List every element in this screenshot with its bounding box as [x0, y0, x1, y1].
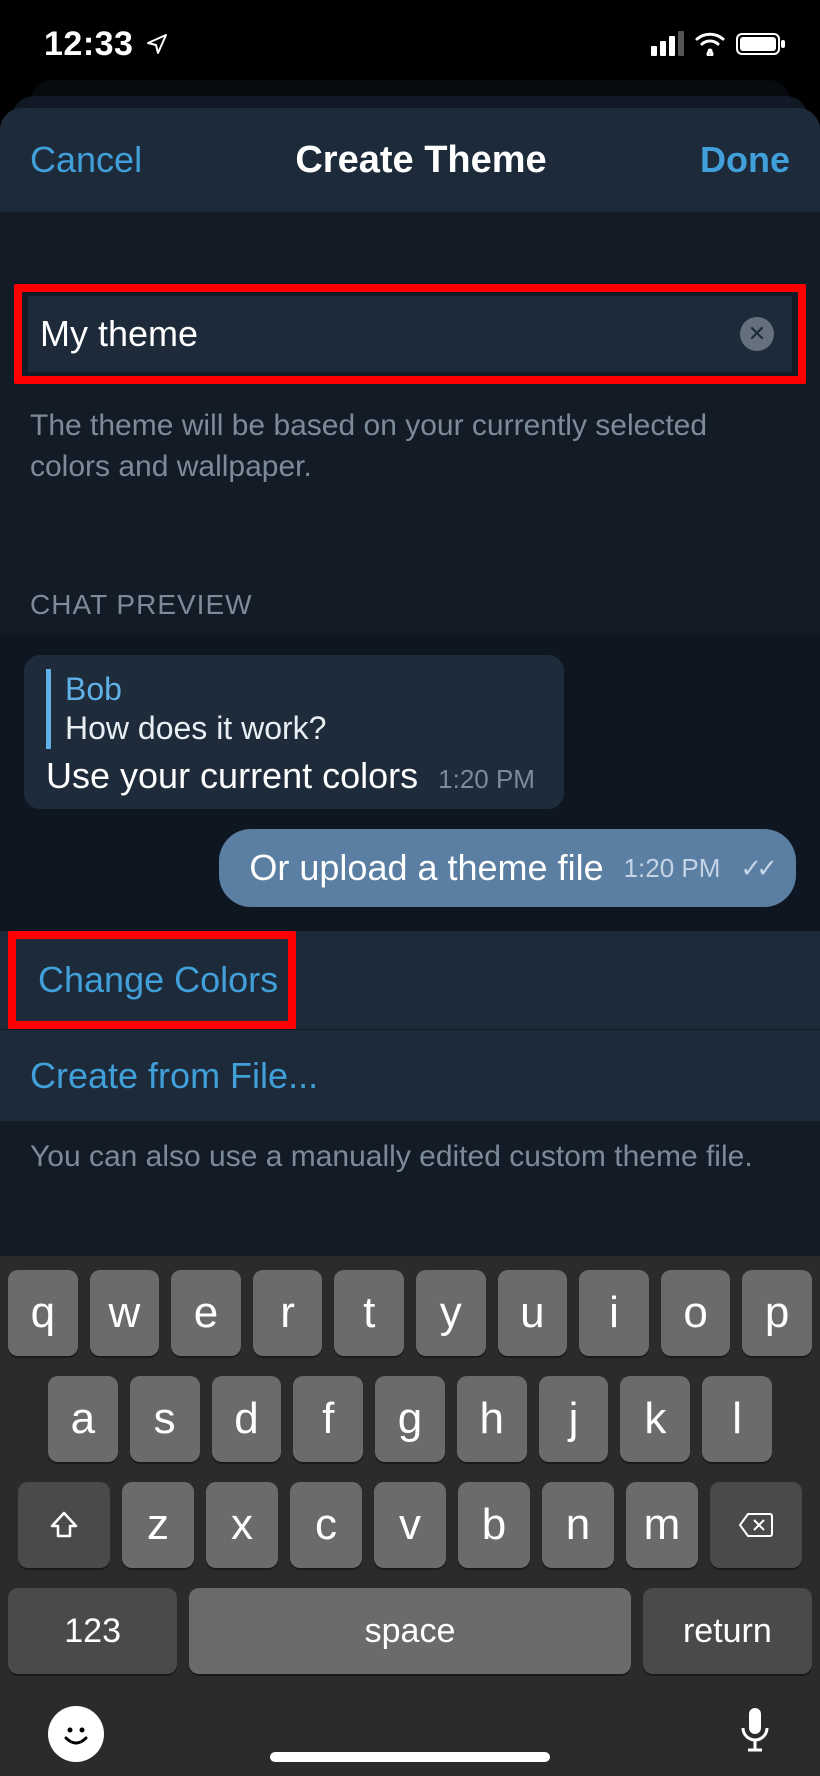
key-j[interactable]: j	[539, 1376, 609, 1462]
shift-icon	[49, 1510, 79, 1540]
incoming-message-time: 1:20 PM	[438, 764, 535, 795]
shift-key[interactable]	[18, 1482, 110, 1568]
option-row: Change Colors	[0, 931, 820, 1030]
reply-reference: Bob How does it work?	[46, 669, 542, 749]
create-from-file-button[interactable]: Create from File...	[0, 1030, 820, 1122]
status-bar: 12:33	[0, 0, 820, 88]
key-a[interactable]: a	[48, 1376, 118, 1462]
outgoing-message-bubble: Or upload a theme file 1:20 PM ✓✓	[219, 829, 796, 907]
keyboard-row-4: 123 space return	[8, 1588, 812, 1674]
home-indicator[interactable]	[270, 1752, 550, 1762]
return-key[interactable]: return	[643, 1588, 812, 1674]
key-q[interactable]: q	[8, 1270, 78, 1356]
key-e[interactable]: e	[171, 1270, 241, 1356]
key-u[interactable]: u	[498, 1270, 568, 1356]
key-t[interactable]: t	[334, 1270, 404, 1356]
key-k[interactable]: k	[620, 1376, 690, 1462]
footer-note: You can also use a manually edited custo…	[0, 1122, 820, 1192]
reply-sender: Bob	[65, 671, 542, 708]
numbers-key[interactable]: 123	[8, 1588, 177, 1674]
nav-bar: Cancel Create Theme Done	[0, 108, 820, 212]
key-n[interactable]: n	[542, 1482, 614, 1568]
status-time: 12:33	[44, 25, 133, 64]
emoji-icon	[56, 1714, 96, 1754]
emoji-button[interactable]	[48, 1706, 104, 1762]
key-c[interactable]: c	[290, 1482, 362, 1568]
key-b[interactable]: b	[458, 1482, 530, 1568]
key-m[interactable]: m	[626, 1482, 698, 1568]
key-x[interactable]: x	[206, 1482, 278, 1568]
key-i[interactable]: i	[579, 1270, 649, 1356]
key-v[interactable]: v	[374, 1482, 446, 1568]
keyboard-bottom-row	[8, 1694, 812, 1776]
keyboard-row-1: q w e r t y u i o p	[8, 1270, 812, 1356]
microphone-icon	[738, 1706, 772, 1754]
outgoing-message-text: Or upload a theme file	[249, 847, 603, 889]
key-y[interactable]: y	[416, 1270, 486, 1356]
key-p[interactable]: p	[742, 1270, 812, 1356]
key-w[interactable]: w	[90, 1270, 160, 1356]
chat-preview: Bob How does it work? Use your current c…	[0, 635, 820, 931]
key-f[interactable]: f	[293, 1376, 363, 1462]
wifi-icon	[694, 32, 726, 56]
backspace-key[interactable]	[710, 1482, 802, 1568]
key-o[interactable]: o	[661, 1270, 731, 1356]
reply-text: How does it work?	[65, 710, 542, 747]
clear-text-button[interactable]: ✕	[740, 317, 774, 351]
key-g[interactable]: g	[375, 1376, 445, 1462]
done-button[interactable]: Done	[700, 139, 790, 181]
key-l[interactable]: l	[702, 1376, 772, 1462]
read-checks-icon: ✓✓	[740, 853, 772, 884]
key-s[interactable]: s	[130, 1376, 200, 1462]
theme-name-highlight: ✕	[14, 284, 806, 384]
incoming-message-text: Use your current colors	[46, 755, 418, 797]
cellular-icon	[651, 32, 684, 56]
keyboard-row-2: a s d f g h j k l	[8, 1376, 812, 1462]
keyboard-row-3: z x c v b n m	[8, 1482, 812, 1568]
location-icon	[145, 32, 169, 56]
keyboard: q w e r t y u i o p a s d f g h j k l z	[0, 1256, 820, 1776]
cancel-button[interactable]: Cancel	[30, 139, 142, 181]
key-z[interactable]: z	[122, 1482, 194, 1568]
close-icon: ✕	[748, 323, 766, 345]
change-colors-button[interactable]: Change Colors	[32, 945, 288, 1015]
outgoing-message-time: 1:20 PM	[624, 853, 721, 884]
theme-name-field[interactable]: ✕	[28, 296, 792, 372]
key-d[interactable]: d	[212, 1376, 282, 1462]
space-key[interactable]: space	[189, 1588, 631, 1674]
chat-preview-header: CHAT PREVIEW	[0, 487, 820, 635]
theme-name-input[interactable]	[40, 313, 740, 355]
page-title: Create Theme	[295, 139, 546, 182]
key-r[interactable]: r	[253, 1270, 323, 1356]
theme-hint-text: The theme will be based on your currentl…	[0, 384, 820, 487]
incoming-message-bubble: Bob How does it work? Use your current c…	[24, 655, 564, 809]
battery-icon	[736, 32, 788, 56]
backspace-icon	[738, 1511, 774, 1539]
change-colors-highlight: Change Colors	[8, 931, 296, 1029]
key-h[interactable]: h	[457, 1376, 527, 1462]
dictation-button[interactable]	[738, 1706, 772, 1754]
